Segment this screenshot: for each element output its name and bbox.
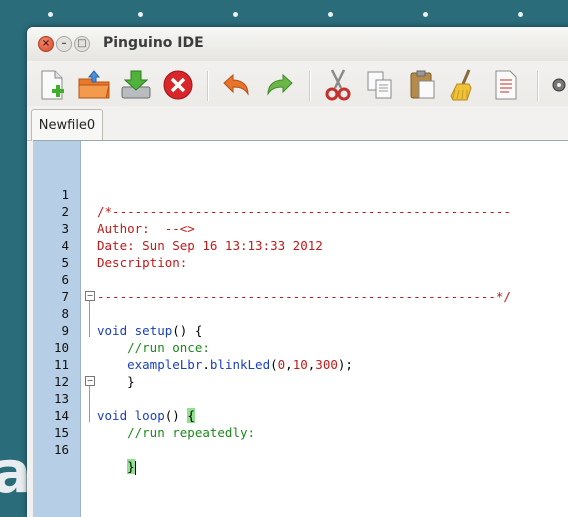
desktop-dot bbox=[233, 12, 238, 17]
toolbar-separator bbox=[207, 71, 209, 101]
ide-window: × – □ Pinguino IDE Newfile0 − − 1 /*----… bbox=[27, 27, 568, 517]
code-line: 10 exampleLbr.blinkLed(0,10,300); bbox=[33, 322, 568, 372]
plugin-button[interactable] bbox=[547, 68, 568, 102]
tab-newfile0[interactable]: Newfile0 bbox=[31, 109, 103, 141]
copy-icon bbox=[367, 71, 392, 99]
code-line: 9 //run once: bbox=[33, 305, 568, 355]
document-icon bbox=[495, 70, 517, 100]
open-file-button[interactable] bbox=[77, 68, 111, 102]
tab-bar: Newfile0 bbox=[27, 106, 568, 141]
matched-brace: } bbox=[127, 459, 135, 474]
new-file-button[interactable] bbox=[35, 68, 69, 102]
maximize-window-button[interactable]: □ bbox=[74, 36, 90, 52]
clear-button[interactable] bbox=[447, 68, 481, 102]
open-folder-icon bbox=[78, 70, 110, 99]
desktop-dot bbox=[518, 12, 523, 17]
code-line: 16 } bbox=[33, 424, 568, 475]
code-line: 12 bbox=[33, 356, 568, 389]
minimize-window-button[interactable]: – bbox=[56, 36, 72, 52]
desktop-dot bbox=[423, 12, 428, 17]
code-line: 7 bbox=[33, 271, 568, 304]
desktop-dot bbox=[138, 12, 143, 17]
code-line: 13 void loop() { bbox=[33, 373, 568, 423]
undo-button[interactable] bbox=[219, 68, 253, 102]
plugin-icon bbox=[552, 78, 566, 92]
paste-button[interactable] bbox=[405, 68, 439, 102]
cut-button[interactable] bbox=[321, 68, 355, 102]
main-toolbar bbox=[27, 61, 568, 109]
paste-icon bbox=[410, 70, 435, 99]
close-file-button[interactable] bbox=[161, 68, 195, 102]
title-bar[interactable]: × – □ Pinguino IDE bbox=[27, 27, 568, 61]
code-line: 11 } bbox=[33, 339, 568, 389]
code-line: 5 bbox=[33, 237, 568, 270]
code-line: 15 bbox=[33, 407, 568, 440]
code-line: 8 void setup() { bbox=[33, 288, 568, 338]
clear-icon bbox=[450, 69, 472, 101]
stop-icon bbox=[163, 70, 193, 100]
toolbar-separator bbox=[309, 71, 311, 101]
desktop-wallpaper-text: a bbox=[0, 438, 31, 506]
save-file-button[interactable] bbox=[119, 68, 153, 102]
new-file-icon bbox=[41, 70, 64, 100]
code-line: 3 Date: Sun Sep 16 13:13:33 2012 bbox=[33, 203, 568, 253]
desktop-dot bbox=[48, 12, 53, 17]
window-title: Pinguino IDE bbox=[103, 35, 204, 51]
redo-button[interactable] bbox=[263, 68, 297, 102]
toolbar-separator bbox=[537, 71, 539, 101]
code-line: 4 Description: bbox=[33, 220, 568, 270]
save-icon bbox=[121, 70, 151, 99]
code-line: 14 //run repeatedly: bbox=[33, 390, 568, 440]
undo-icon bbox=[223, 73, 249, 96]
code-text: } bbox=[97, 458, 136, 475]
close-window-button[interactable]: × bbox=[38, 36, 54, 52]
document-button[interactable] bbox=[489, 68, 523, 102]
code-line: 2 Author: --<> bbox=[33, 186, 568, 236]
cut-icon bbox=[325, 69, 351, 101]
code-line: 6 --------------------------------------… bbox=[33, 254, 568, 304]
code-line: 1 /*------------------------------------… bbox=[33, 169, 568, 219]
line-number: 16 bbox=[53, 442, 69, 457]
code-editor[interactable]: − − 1 /*--------------------------------… bbox=[33, 140, 568, 517]
redo-icon bbox=[267, 73, 293, 96]
copy-button[interactable] bbox=[363, 68, 397, 102]
desktop-dot bbox=[328, 12, 333, 17]
text-cursor bbox=[134, 460, 136, 475]
